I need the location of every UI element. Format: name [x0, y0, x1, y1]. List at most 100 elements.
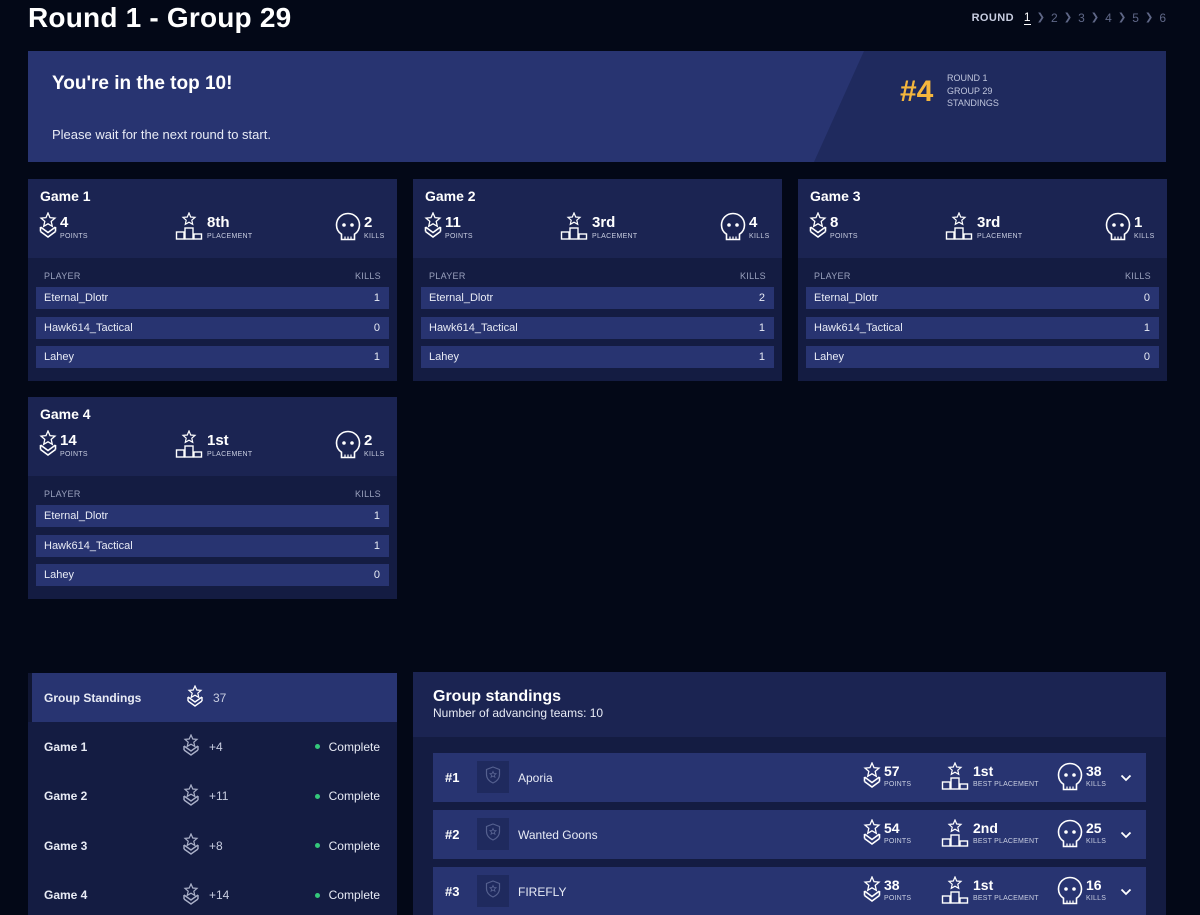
chevron-right-icon: ❯	[1063, 12, 1073, 23]
player-row: Eternal_Dlotr 2	[421, 287, 774, 309]
kills-label: KILLS	[1134, 233, 1155, 240]
column-player: PLAYER	[814, 271, 851, 281]
banner-title: You're in the top 10!	[52, 73, 233, 94]
game-status: Complete	[314, 888, 380, 902]
placement-icon	[175, 212, 203, 240]
points-stat: 14 POINTS	[39, 430, 88, 460]
team-row[interactable]: #3 FIREFLY 38 POINTS 1st BEST PLACEMENT 16…	[433, 867, 1146, 915]
player-kills: 0	[1143, 292, 1150, 304]
team-row[interactable]: #1 Aporia 57 POINTS 1st BEST PLACEMENT 38 K…	[433, 753, 1146, 802]
team-best-placement: 2nd	[973, 820, 998, 836]
team-row[interactable]: #2 Wanted Goons 54 POINTS 2nd BEST PLACEME…	[433, 810, 1146, 859]
player-row: Lahey 1	[421, 346, 774, 368]
game-card: Game 2 11 POINTS 3rd PLACEMENT 4 KILLS PLAY…	[413, 179, 782, 381]
player-kills: 1	[373, 510, 380, 522]
group-standings-total-row[interactable]: Group Standings 37	[28, 673, 397, 722]
player-row: Hawk614_Tactical 1	[806, 316, 1159, 339]
team-best-placement: 1st	[973, 877, 994, 893]
points-icon	[424, 212, 442, 242]
placement-label: PLACEMENT	[207, 451, 253, 458]
best-placement-label: BEST PLACEMENT	[973, 838, 1039, 845]
team-rank: #3	[445, 884, 460, 899]
chevron-down-icon[interactable]	[1120, 827, 1132, 845]
chevron-down-icon[interactable]	[1120, 770, 1132, 788]
placement-value: 3rd	[592, 214, 616, 231]
player-name: Lahey	[814, 351, 844, 363]
chevron-right-icon: ❯	[1090, 12, 1100, 23]
game-status-label: Complete	[328, 888, 380, 902]
placement-icon	[941, 761, 969, 795]
chevron-down-icon[interactable]	[1120, 884, 1132, 902]
player-row: Lahey 0	[806, 346, 1159, 368]
player-table-header: PLAYER KILLS	[44, 489, 381, 499]
kills-stat: 4 KILLS	[720, 212, 770, 242]
placement-label: PLACEMENT	[207, 233, 253, 240]
game-status: Complete	[314, 839, 380, 853]
group-game-row[interactable]: Game 2 +11 Complete	[28, 772, 397, 821]
group-game-row[interactable]: Game 4 +14 Complete	[28, 871, 397, 915]
standing-meta: ROUND 1 GROUP 29 STANDINGS	[947, 72, 999, 110]
column-kills: KILLS	[1124, 271, 1151, 281]
column-kills: KILLS	[354, 489, 381, 499]
team-kills: 38	[1086, 763, 1102, 779]
scoreboard-subtitle: Number of advancing teams: 10	[433, 706, 604, 720]
placement-icon	[941, 818, 969, 852]
round-link-2[interactable]: 2	[1051, 11, 1058, 25]
player-name: Eternal_Dlotr	[44, 292, 109, 304]
kills-value: 2	[364, 214, 373, 231]
round-link-5[interactable]: 5	[1132, 11, 1139, 25]
team-points-stat: 57 POINTS	[863, 761, 912, 797]
player-row: Eternal_Dlotr 0	[806, 287, 1159, 309]
player-name: Hawk614_Tactical	[44, 321, 133, 334]
column-kills: KILLS	[354, 271, 381, 281]
team-name: Aporia	[518, 771, 553, 785]
kills-label: KILLS	[364, 451, 385, 458]
team-rank: #1	[445, 770, 460, 785]
points-label: POINTS	[884, 838, 912, 845]
points-icon	[39, 430, 57, 460]
group-game-row[interactable]: Game 1 +4 Complete	[28, 722, 397, 771]
team-points-stat: 38 POINTS	[863, 875, 911, 911]
kills-value: 2	[364, 432, 373, 449]
standing-meta-label: STANDINGS	[947, 98, 999, 108]
group-game-points: +11	[209, 789, 229, 803]
player-row: Hawk614_Tactical 0	[36, 316, 389, 339]
group-game-row[interactable]: Game 3 +8 Complete	[28, 821, 397, 870]
game-status-label: Complete	[328, 739, 380, 754]
team-rank: #2	[445, 827, 460, 842]
round-link-1[interactable]: 1	[1023, 10, 1031, 25]
team-points: 54	[884, 820, 900, 836]
placement-value: 3rd	[977, 214, 1001, 231]
kills-stat: 2 KILLS	[335, 212, 385, 242]
game-card-header: Game 3 8 POINTS 3rd PLACEMENT 1 KILLS	[798, 179, 1167, 258]
points-icon	[863, 761, 881, 797]
chevron-right-icon: ❯	[1117, 12, 1127, 23]
round-link-4[interactable]: 4	[1105, 11, 1112, 25]
placement-stat: 3rd PLACEMENT	[560, 212, 638, 240]
skull-icon	[1057, 876, 1083, 911]
status-dot	[314, 892, 320, 898]
team-name: FIREFLY	[518, 885, 567, 899]
standing-meta-group: GROUP 29	[947, 85, 993, 96]
placement-label: PLACEMENT	[977, 233, 1023, 240]
player-name: Eternal_Dlotr	[44, 510, 109, 522]
placement-stat: 3rd PLACEMENT	[945, 212, 1023, 240]
round-link-3[interactable]: 3	[1078, 11, 1085, 25]
player-row: Lahey 0	[36, 564, 389, 586]
skull-icon	[1057, 819, 1083, 854]
round-label: ROUND	[971, 11, 1014, 24]
kills-value: 4	[749, 214, 758, 231]
points-label: POINTS	[884, 781, 912, 788]
placement-icon	[945, 212, 973, 240]
kills-label: KILLS	[1086, 895, 1107, 902]
points-label: POINTS	[60, 451, 88, 458]
kills-label: KILLS	[749, 233, 770, 240]
standing-rank: #4	[900, 75, 934, 108]
game-title: Game 4	[40, 406, 91, 422]
points-stat: 8 POINTS	[809, 212, 858, 242]
column-player: PLAYER	[429, 271, 466, 281]
placement-icon	[175, 430, 203, 458]
player-kills: 1	[758, 321, 765, 334]
points-value: 14	[60, 432, 77, 449]
round-link-6[interactable]: 6	[1159, 11, 1166, 25]
